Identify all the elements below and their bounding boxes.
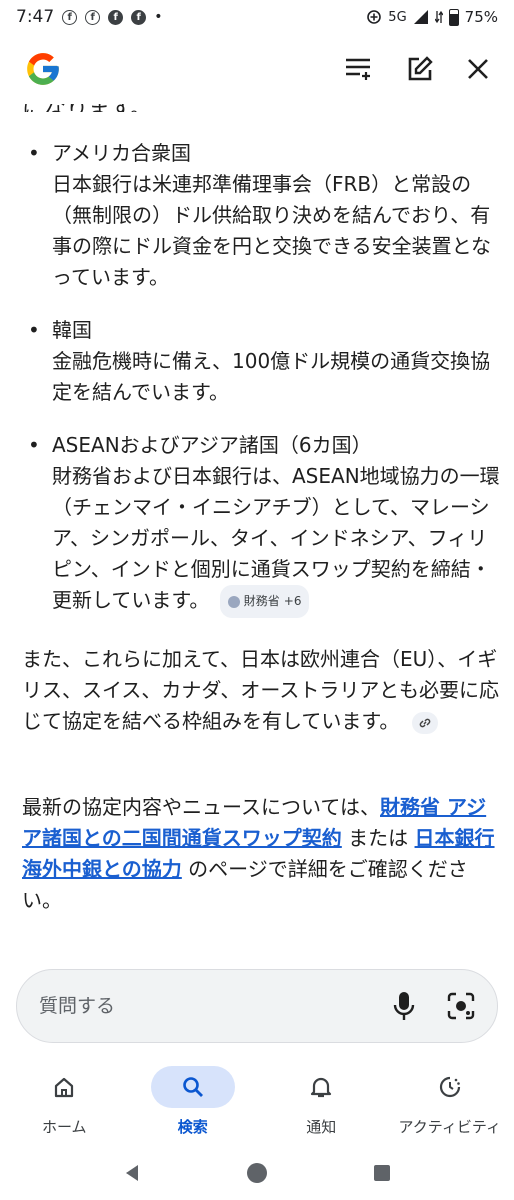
back-icon[interactable] [122,1163,142,1183]
cut-off-text: になります。 [22,104,152,112]
app-header [0,34,514,104]
ask-bar-icons [393,991,475,1021]
nav-icon-wrap [150,1066,235,1108]
facebook-notification-icon: f [131,9,147,25]
home-circle-icon[interactable] [246,1162,268,1184]
paragraph-links: 最新の協定内容やニュースについては、財務省 アジア諸国との二国間通貨スワップ契約… [22,792,500,916]
data-saver-icon [367,10,382,24]
list-item: 韓国 金融危機時に備え、100億ドル規模の通貨交換協定を結んでいます。 [22,315,502,408]
source-chip-more: +6 [283,594,302,608]
nav-icon-wrap [408,1066,492,1108]
battery-icon [448,8,459,26]
bottom-nav: ホーム 検索 通知 アクティビティ [0,1060,514,1146]
recents-icon[interactable] [372,1163,392,1183]
nav-label: アクティビティ [398,1118,501,1136]
network-type: 5G [388,9,407,25]
nav-icon-wrap [279,1066,363,1108]
paragraph-prefix: 最新の協定内容やニュースについては、 [22,795,380,819]
bell-icon [311,1077,332,1098]
list-item-body: 金融危機時に備え、100億ドル規模の通貨交換協定を結んでいます。 [52,349,491,404]
header-actions [344,55,490,83]
microphone-icon[interactable] [393,991,415,1021]
close-icon[interactable] [466,57,490,81]
link-icon [419,718,431,727]
list-item-title: アメリカ合衆国 [52,141,191,165]
facebook-notification-icon: f [62,9,78,25]
data-transfer-icon [434,10,443,24]
nav-notifications[interactable]: 通知 [257,1060,386,1146]
paragraph-frameworks: また、これらに加えて、日本は欧州連合（EU）、イギリス、スイス、カナダ、オースト… [22,644,500,737]
search-icon [182,1077,203,1097]
list-item-title: 韓国 [52,318,92,342]
paragraph-middle: または [341,826,415,850]
status-right: 5G 75% [366,8,498,26]
lens-camera-icon[interactable] [447,992,475,1020]
battery-percent: 75% [464,8,498,26]
google-g-logo [27,53,59,85]
status-left: 7:47 f f f f • [16,7,162,27]
list-item-title: ASEANおよびアジア諸国（6カ国） [52,433,372,457]
bullet-list: アメリカ合衆国 日本銀行は米連邦準備理事会（FRB）と常設の（無制限の）ドル供給… [22,138,502,640]
system-nav-bar [0,1146,514,1200]
list-item-body: 日本銀行は米連邦準備理事会（FRB）と常設の（無制限の）ドル供給取り決めを結んで… [52,172,491,289]
nav-label: 検索 [177,1118,208,1136]
facebook-notification-icon: f [108,9,124,25]
nav-home[interactable]: ホーム [0,1060,129,1146]
more-notifications-dot: • [154,9,163,25]
source-chip-label: 財務省 [243,594,280,608]
nav-label: 通知 [306,1118,337,1136]
edit-icon[interactable] [406,55,434,83]
signal-icon [413,10,428,24]
nav-activity[interactable]: アクティビティ [386,1060,514,1146]
status-time: 7:47 [16,7,55,27]
nav-search[interactable]: 検索 [129,1060,258,1146]
list-add-icon[interactable] [344,56,374,82]
facebook-notification-icon: f [85,9,101,25]
nav-label: ホーム [41,1118,87,1136]
ask-bar [16,969,498,1043]
link-chip[interactable] [411,711,438,734]
status-bar: 7:47 f f f f • 5G 75% [0,0,514,34]
activity-icon [439,1076,460,1098]
list-item: ASEANおよびアジア諸国（6カ国） 財務省および日本銀行は、ASEAN地域協力… [22,430,502,618]
home-icon [55,1077,74,1098]
answer-content: になります。 アメリカ合衆国 日本銀行は米連邦準備理事会（FRB）と常設の（無制… [0,104,514,964]
ask-input[interactable] [39,995,393,1017]
list-item: アメリカ合衆国 日本銀行は米連邦準備理事会（FRB）と常設の（無制限の）ドル供給… [22,138,502,293]
nav-icon-wrap [22,1066,106,1108]
source-chip[interactable]: 財務省 +6 [219,585,310,618]
globe-icon [227,595,240,608]
